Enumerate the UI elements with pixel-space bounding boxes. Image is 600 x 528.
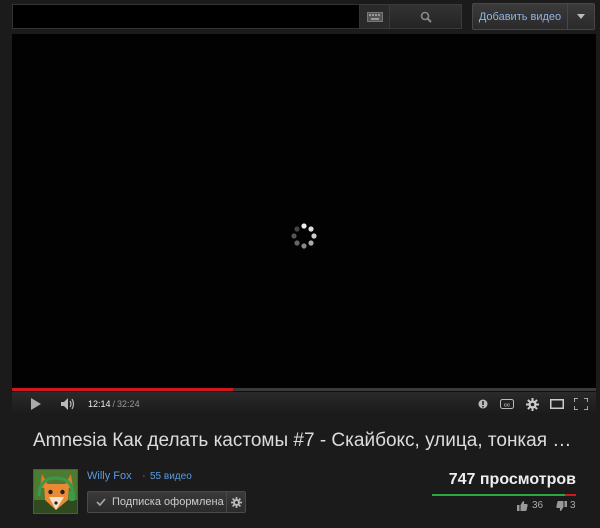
dislike-count: 3 [570, 500, 576, 511]
annotations-icon [478, 399, 488, 409]
time-display: 12:14 / 32:24 [88, 392, 140, 416]
current-time: 12:14 [88, 399, 111, 409]
fullscreen-button[interactable] [572, 392, 590, 416]
fox-avatar-image [34, 470, 77, 513]
search-icon [420, 11, 432, 23]
search-input[interactable] [12, 4, 360, 29]
captions-button[interactable]: cc [498, 392, 516, 416]
annotations-button[interactable] [476, 392, 490, 416]
play-icon [31, 398, 41, 410]
separator-dot: · [142, 470, 146, 482]
theater-mode-icon [550, 399, 564, 409]
volume-icon [61, 398, 75, 410]
dropdown-arrow-icon [577, 14, 585, 19]
channel-video-count[interactable]: 55 видео [150, 471, 192, 482]
keyboard-button[interactable] [360, 4, 390, 29]
volume-button[interactable] [58, 392, 80, 416]
upload-video-button[interactable]: Добавить видео [472, 3, 568, 30]
search-button[interactable] [390, 4, 462, 29]
fullscreen-icon [574, 398, 588, 410]
captions-icon: cc [500, 399, 514, 409]
settings-gear-icon [230, 496, 242, 508]
keyboard-icon [366, 11, 383, 22]
masthead: Добавить видео [0, 0, 600, 34]
upload-menu-button[interactable] [567, 3, 595, 30]
thumbs-up-icon [517, 500, 528, 511]
like-ratio-fill [432, 494, 565, 496]
svg-text:cc: cc [504, 402, 510, 408]
like-count: 36 [532, 500, 544, 511]
checkmark-icon [96, 498, 106, 506]
settings-gear-icon [525, 397, 539, 411]
time-separator: / [112, 399, 116, 409]
settings-button[interactable] [524, 392, 540, 416]
thumbs-down-icon [556, 500, 567, 511]
view-count: 747 просмотров [448, 471, 576, 488]
channel-name-link[interactable]: Willy Fox [87, 470, 132, 482]
subscribed-label: Подписка оформлена [112, 496, 224, 508]
video-player[interactable]: 12:14 / 32:24 cc [12, 34, 596, 415]
like-button[interactable]: 36 [517, 500, 543, 511]
loading-spinner-icon [291, 223, 317, 249]
dislike-button[interactable]: 3 [556, 500, 576, 511]
duration: 32:24 [117, 399, 140, 409]
play-button[interactable] [26, 392, 46, 416]
like-dislike-bar [432, 494, 576, 496]
subscribed-button[interactable]: Подписка оформлена [87, 491, 227, 513]
theater-mode-button[interactable] [548, 392, 566, 416]
subscription-settings-button[interactable] [226, 491, 246, 513]
video-title: Amnesia Как делать кастомы #7 - Скайбокс… [33, 430, 578, 451]
upload-video-label: Добавить видео [478, 10, 562, 23]
video-surface[interactable] [12, 34, 596, 390]
player-controls: 12:14 / 32:24 cc [12, 391, 596, 415]
channel-avatar[interactable] [33, 469, 78, 514]
